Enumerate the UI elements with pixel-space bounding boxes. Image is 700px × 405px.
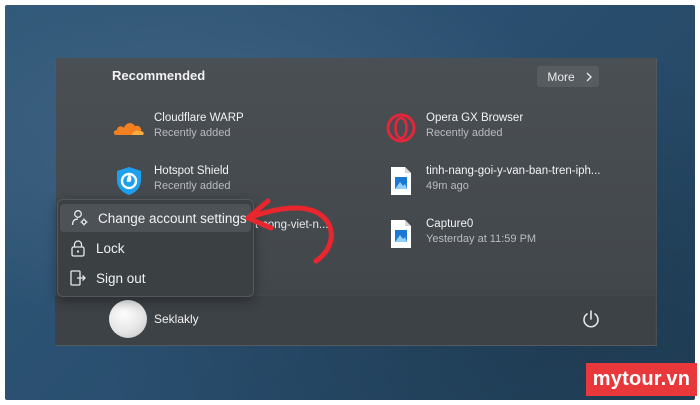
item-name: Capture0 — [426, 218, 474, 230]
sign-out-icon — [60, 269, 96, 287]
recommended-item-opera-gx[interactable]: Opera GX Browser Recently added — [384, 111, 523, 145]
recommended-item-capture0[interactable]: Capture0 Yesterday at 11:59 PM — [384, 217, 536, 251]
recommended-item-hotspot-shield[interactable]: Hotspot Shield Recently added — [112, 164, 230, 198]
cloudflare-icon — [112, 111, 146, 145]
image-file-icon — [384, 164, 418, 198]
power-icon[interactable] — [580, 308, 602, 330]
opera-gx-icon — [384, 111, 418, 145]
chevron-right-icon — [586, 72, 592, 81]
user-name[interactable]: Seklakly — [154, 312, 199, 326]
item-name: Hotspot Shield — [154, 165, 229, 177]
item-subtitle: 49m ago — [426, 180, 469, 192]
recommended-title: Recommended — [112, 68, 206, 83]
item-name: Cloudflare WARP — [154, 112, 244, 124]
change-account-settings-item[interactable]: Change account settings — [60, 204, 251, 232]
item-subtitle: Recently added — [154, 127, 231, 139]
more-button[interactable]: More — [537, 66, 599, 87]
item-name: tinh-nang-goi-y-van-ban-tren-iph... — [426, 165, 601, 177]
menu-item-label: Sign out — [96, 270, 146, 286]
recommended-item-cloudflare-warp[interactable]: Cloudflare WARP Recently added — [112, 111, 244, 145]
item-subtitle: Recently added — [426, 127, 503, 139]
item-name: Opera GX Browser — [426, 112, 524, 124]
account-context-menu: Change account settings Lock Sign out — [57, 199, 254, 297]
account-settings-icon — [62, 209, 98, 227]
mytour-logo: mytour.vn — [586, 363, 697, 396]
menu-item-label: Change account settings — [98, 210, 247, 226]
annotation-arrow-icon — [245, 198, 334, 264]
hotspot-shield-icon — [112, 164, 146, 198]
logo-text: mytour.vn — [592, 368, 691, 390]
recommended-item-tinh-nang-file[interactable]: tinh-nang-goi-y-van-ban-tren-iph... 49m … — [384, 164, 601, 198]
lock-icon — [60, 239, 96, 257]
item-subtitle: Yesterday at 11:59 PM — [426, 233, 537, 245]
lock-item[interactable]: Lock — [58, 234, 253, 262]
item-subtitle: Recently added — [154, 180, 231, 192]
more-button-label: More — [547, 69, 575, 84]
avatar[interactable] — [109, 300, 147, 338]
menu-item-label: Lock — [96, 240, 125, 256]
image-file-icon — [384, 217, 418, 251]
sign-out-item[interactable]: Sign out — [58, 264, 253, 292]
